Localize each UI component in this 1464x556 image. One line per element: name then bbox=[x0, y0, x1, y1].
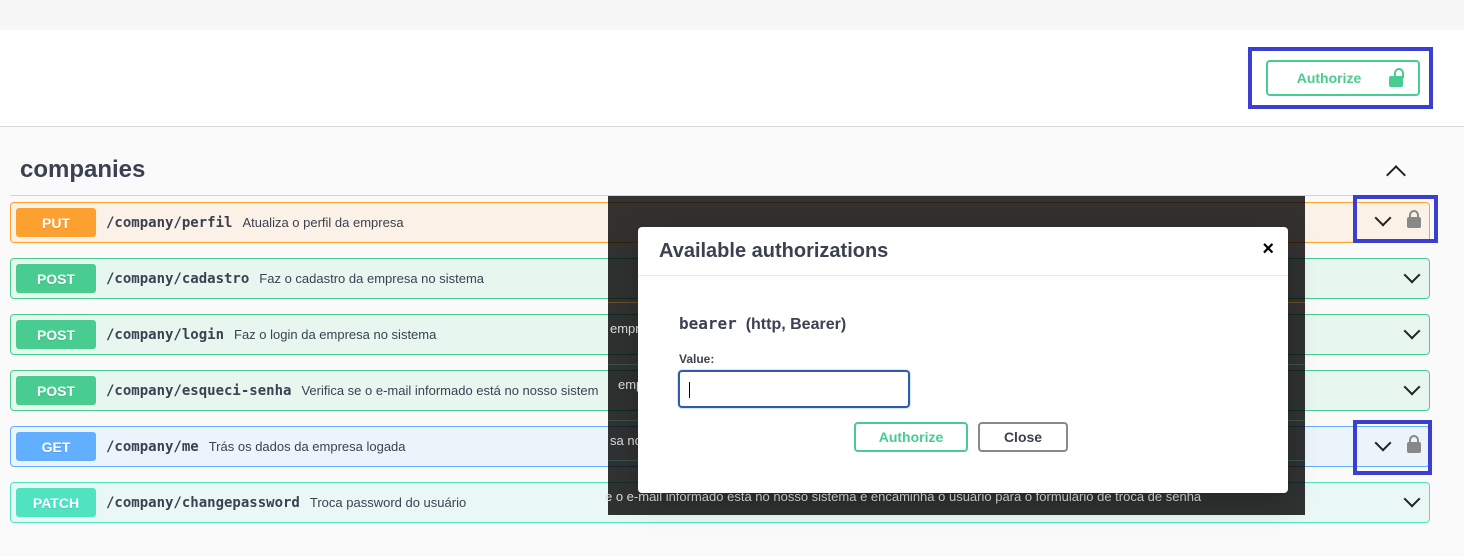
text-cursor bbox=[689, 382, 690, 398]
top-strip bbox=[0, 0, 1464, 30]
modal-title: Available authorizations bbox=[659, 239, 889, 262]
op-summary: Trás os dados da empresa logada bbox=[208, 439, 406, 454]
modal-authorize-button[interactable]: Authorize bbox=[854, 422, 968, 452]
op-path: /company/esqueci-senha bbox=[106, 382, 292, 399]
chevron-down-icon[interactable] bbox=[1405, 383, 1419, 397]
lock-icon[interactable] bbox=[1407, 210, 1421, 228]
modal-header: Available authorizations × bbox=[638, 227, 1288, 276]
highlight-box-put-actions bbox=[1353, 195, 1438, 243]
chevron-down-icon[interactable] bbox=[1376, 214, 1390, 228]
modal-close-button[interactable]: Close bbox=[978, 422, 1068, 452]
chevron-up-icon[interactable] bbox=[1386, 165, 1406, 185]
method-badge: POST bbox=[16, 264, 96, 293]
op-path: /company/me bbox=[106, 438, 199, 455]
bearer-value-input[interactable] bbox=[678, 370, 910, 408]
op-summary: Troca password do usuário bbox=[309, 495, 467, 510]
chevron-down-icon[interactable] bbox=[1405, 271, 1419, 285]
auth-modal: Available authorizations × bearer (http,… bbox=[638, 227, 1288, 493]
unlocked-icon bbox=[1389, 68, 1405, 87]
method-badge: GET bbox=[16, 432, 96, 461]
chevron-down-icon[interactable] bbox=[1376, 439, 1390, 453]
op-path: /company/cadastro bbox=[106, 270, 250, 287]
method-badge: POST bbox=[16, 320, 96, 349]
op-summary: Atualiza o perfil da empresa bbox=[242, 215, 404, 230]
value-label: Value: bbox=[679, 352, 715, 366]
authorize-button-label: Authorize bbox=[1296, 70, 1362, 86]
scheme-type: (http, Bearer) bbox=[745, 316, 847, 333]
op-summary: Faz o cadastro da empresa no sistema bbox=[259, 271, 485, 286]
scheme-heading: bearer (http, Bearer) bbox=[679, 314, 846, 334]
lock-icon[interactable] bbox=[1407, 435, 1421, 453]
op-summary: Faz o login da empresa no sistema bbox=[234, 327, 437, 342]
scheme-name: bearer bbox=[679, 314, 737, 333]
scheme-container bbox=[0, 30, 1464, 127]
op-path: /company/login bbox=[106, 326, 225, 343]
authorize-button[interactable]: Authorize bbox=[1266, 60, 1420, 96]
op-path: /company/changepassword bbox=[106, 494, 300, 511]
method-badge: PATCH bbox=[16, 488, 96, 517]
method-badge: PUT bbox=[16, 208, 96, 237]
method-badge: POST bbox=[16, 376, 96, 405]
op-summary: Verifica se o e-mail informado está no n… bbox=[301, 383, 599, 398]
chevron-down-icon[interactable] bbox=[1405, 327, 1419, 341]
op-path: /company/perfil bbox=[106, 214, 233, 231]
chevron-down-icon[interactable] bbox=[1405, 495, 1419, 509]
close-icon[interactable]: × bbox=[1262, 238, 1274, 261]
tag-title[interactable]: companies bbox=[20, 156, 145, 184]
